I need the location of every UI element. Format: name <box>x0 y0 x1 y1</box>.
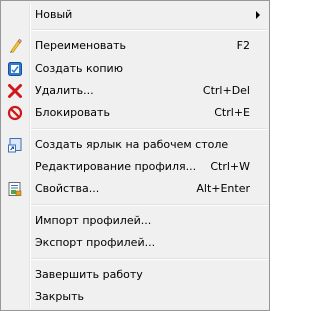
menu-item-edit-profile-label: Редактирование профиля... <box>35 160 197 173</box>
properties-icon <box>8 182 22 196</box>
menu-item-delete[interactable]: Удалить... Ctrl+Del <box>3 80 267 102</box>
menu-item-import-label: Импорт профилей... <box>35 214 152 227</box>
menu-item-properties[interactable]: Свойства... Alt+Enter <box>3 178 267 200</box>
menu-item-rename-shortcut: F2 <box>236 39 250 52</box>
menu-item-shutdown-label: Завершить работу <box>35 268 143 281</box>
menu-item-import[interactable]: Импорт профилей... <box>3 210 267 232</box>
menu-item-edit-profile[interactable]: Редактирование профиля... Ctrl+W <box>3 156 267 178</box>
menu-item-export[interactable]: Экспорт профилей... <box>3 232 267 254</box>
submenu-arrow-icon <box>256 11 260 19</box>
menu-item-block-shortcut: Ctrl+E <box>214 106 250 119</box>
menu-item-new-label: Новый <box>35 8 73 21</box>
shortcut-icon <box>8 138 22 153</box>
menu-item-export-label: Экспорт профилей... <box>35 236 156 249</box>
pencil-icon <box>10 38 22 53</box>
menu-item-shortcut-desktop-label: Создать ярлык на рабочем столе <box>35 138 229 151</box>
context-menu: Новый Переименовать F2 Создать копию Уда… <box>0 0 270 311</box>
menu-item-block-label: Блокировать <box>35 106 110 119</box>
menu-item-copy[interactable]: Создать копию <box>3 58 267 80</box>
copy-icon <box>8 62 22 76</box>
menu-separator <box>31 29 267 31</box>
menu-separator <box>31 204 267 206</box>
menu-item-close[interactable]: Закрыть <box>3 286 267 308</box>
menu-item-edit-profile-shortcut: Ctrl+W <box>210 160 250 173</box>
menu-item-rename-label: Переименовать <box>35 39 127 52</box>
menu-separator <box>31 128 267 130</box>
menu-item-delete-shortcut: Ctrl+Del <box>202 84 250 97</box>
delete-x-icon <box>8 84 22 98</box>
menu-item-shutdown[interactable]: Завершить работу <box>3 264 267 286</box>
menu-separator <box>31 258 267 260</box>
block-icon <box>7 105 23 121</box>
menu-item-rename[interactable]: Переименовать F2 <box>3 35 267 57</box>
menu-item-close-label: Закрыть <box>35 290 84 303</box>
menu-item-copy-label: Создать копию <box>35 62 123 75</box>
menu-item-block[interactable]: Блокировать Ctrl+E <box>3 102 267 124</box>
menu-item-shortcut-desktop[interactable]: Создать ярлык на рабочем столе <box>3 134 267 156</box>
menu-item-properties-shortcut: Alt+Enter <box>196 182 250 195</box>
menu-item-properties-label: Свойства... <box>35 182 100 195</box>
menu-item-new[interactable]: Новый <box>3 4 267 26</box>
menu-item-delete-label: Удалить... <box>35 84 94 97</box>
